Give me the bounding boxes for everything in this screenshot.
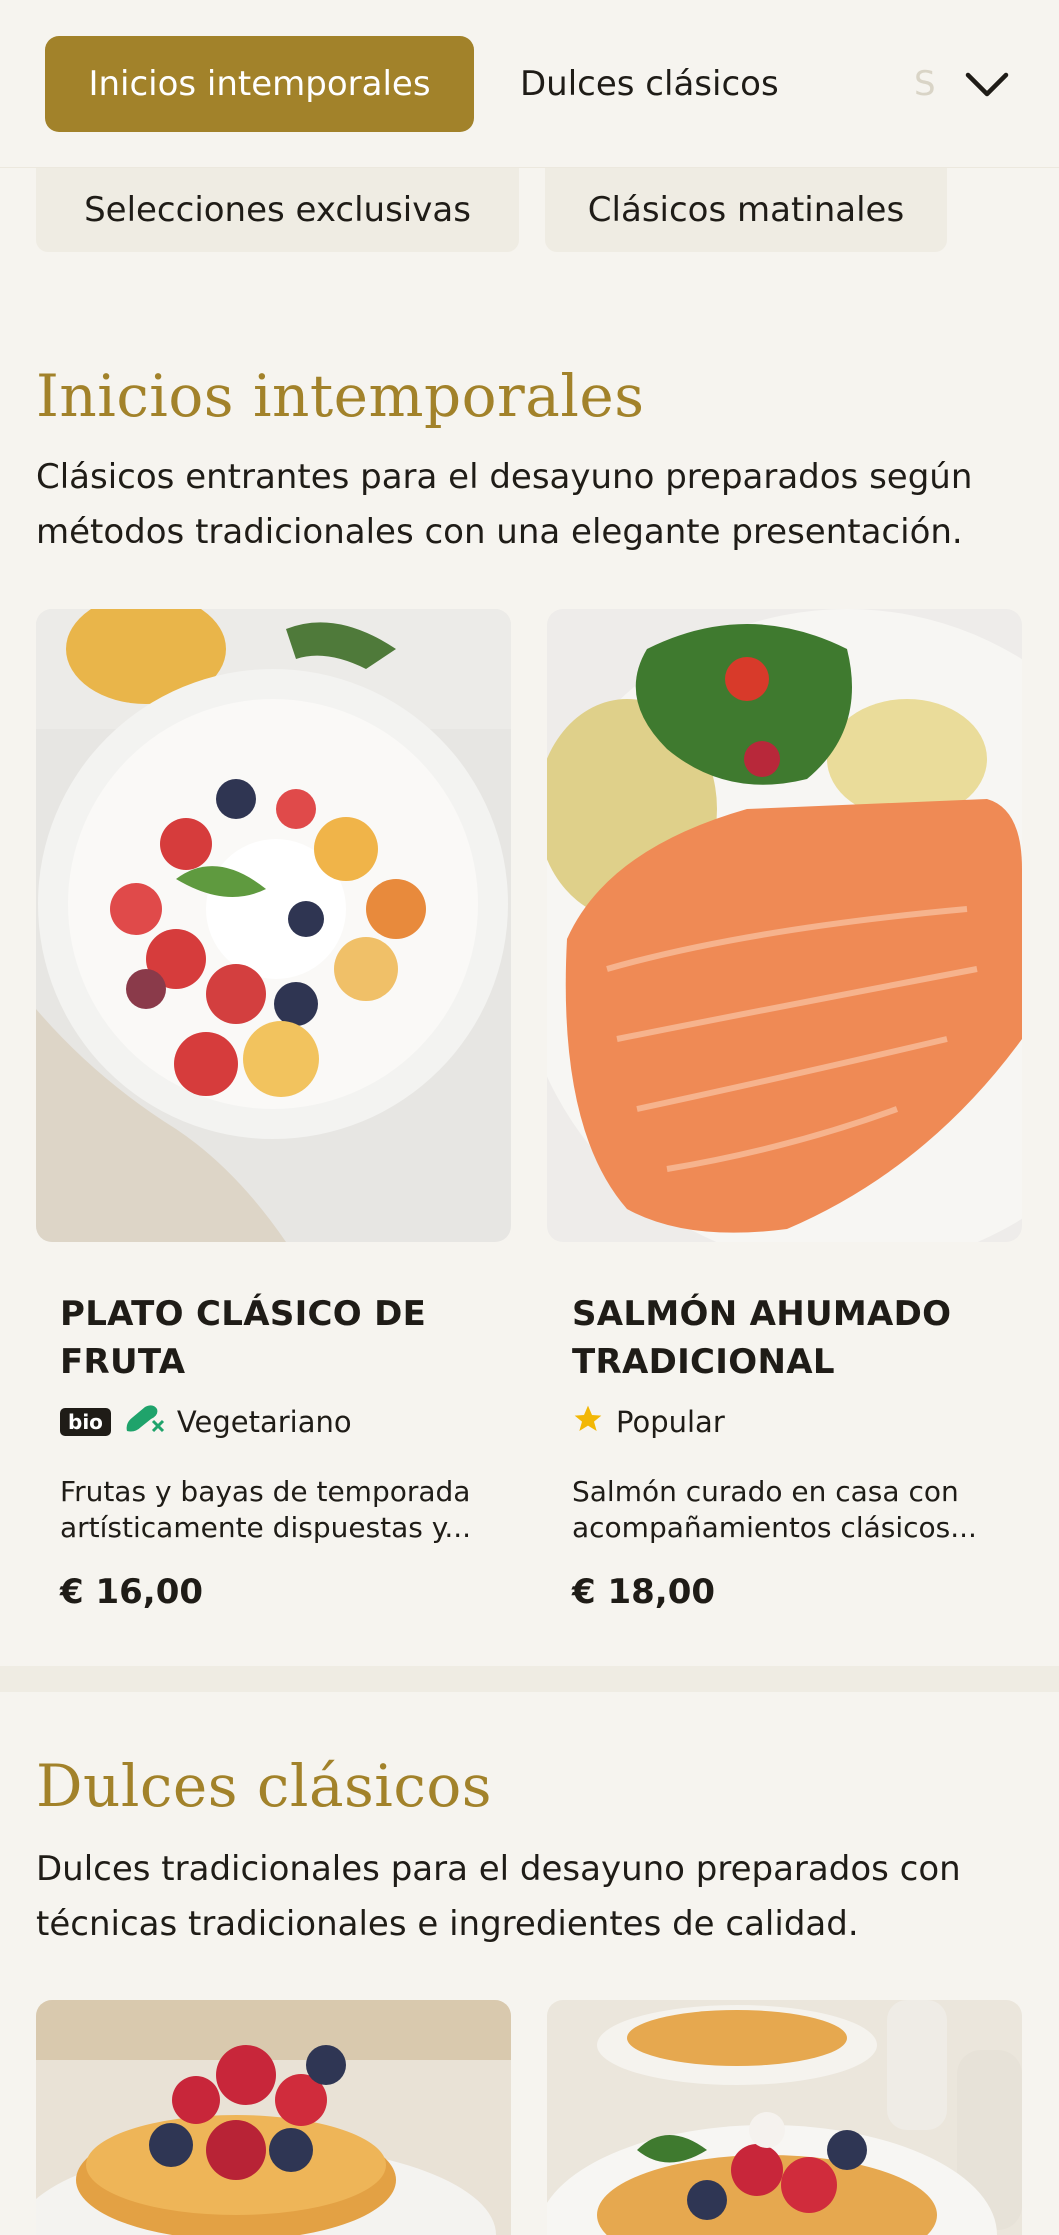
chip-selecciones-exclusivas[interactable]: Selecciones exclusivas	[36, 168, 519, 252]
section-title: Dulces clásicos	[36, 1752, 493, 1820]
item-tags: Popular	[572, 1402, 725, 1442]
item-title[interactable]: SALMÓN AHUMADO TRADICIONAL	[572, 1290, 992, 1386]
item-tags: bio Vegetariano	[60, 1402, 352, 1442]
tag-label: Popular	[616, 1405, 725, 1439]
category-nav: Inicios intemporales Dulces clásicos S	[0, 0, 1059, 168]
tab-dulces-clasicos[interactable]: Dulces clásicos	[520, 36, 779, 132]
item-title[interactable]: PLATO CLÁSICO DE FRUTA	[60, 1290, 480, 1386]
section-title: Inicios intemporales	[36, 362, 645, 430]
tab-inicios-intemporales[interactable]: Inicios intemporales	[45, 36, 474, 132]
salmon-plate-photo[interactable]	[547, 609, 1022, 1242]
section-description: Clásicos entrantes para el desayuno prep…	[36, 457, 973, 552]
fruit-bowl-photo[interactable]	[36, 609, 511, 1242]
no-meat-icon	[123, 1401, 165, 1444]
waffles-photo[interactable]	[547, 2000, 1022, 2235]
section-description: Dulces tradicionales para el desayuno pr…	[36, 1849, 961, 1944]
tag-label: Vegetariano	[176, 1405, 352, 1439]
item-price: € 18,00	[572, 1572, 716, 1612]
pancakes-photo[interactable]	[36, 2000, 511, 2235]
bio-badge: bio	[60, 1408, 111, 1436]
chevron-down-icon[interactable]	[962, 60, 1012, 110]
item-price: € 16,00	[60, 1572, 204, 1612]
chip-clasicos-matinales[interactable]: Clásicos matinales	[545, 168, 947, 252]
item-description: Salmón curado en casa con acompañamiento…	[572, 1475, 977, 1544]
tab-overflow[interactable]: S	[914, 36, 944, 132]
item-description: Frutas y bayas de temporada artísticamen…	[60, 1475, 472, 1544]
section-divider	[0, 1666, 1059, 1692]
star-icon	[572, 1403, 604, 1442]
